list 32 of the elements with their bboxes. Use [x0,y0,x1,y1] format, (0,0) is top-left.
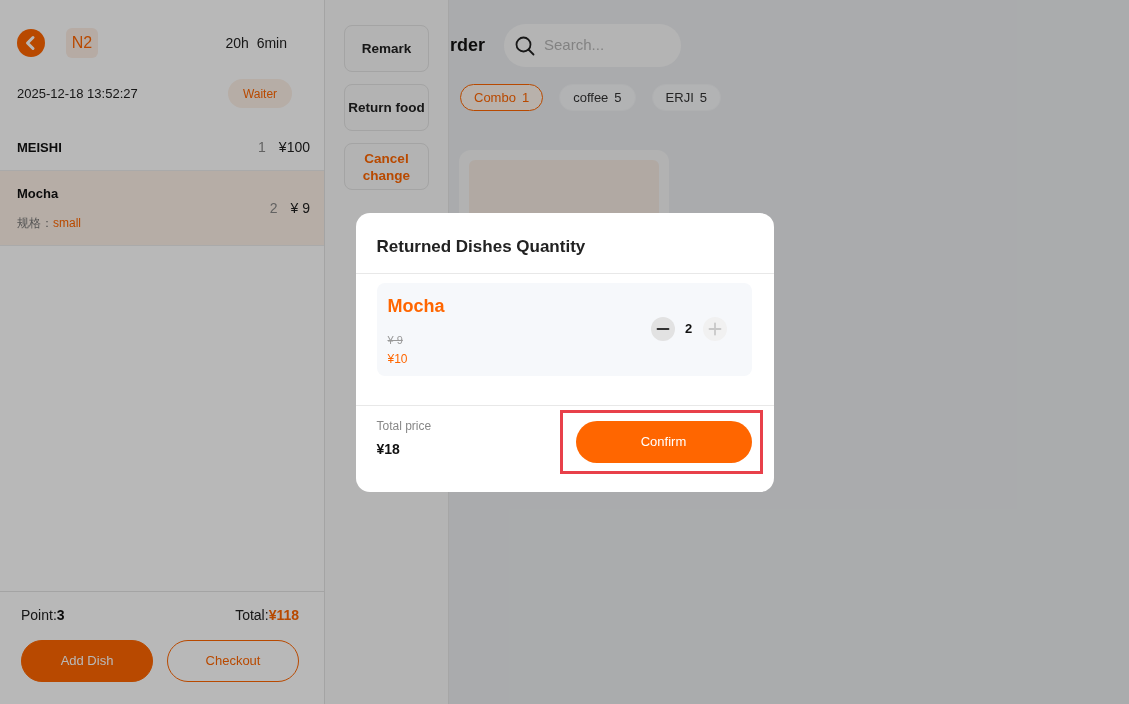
points-value: 3 [56,606,65,624]
staff-tag: Waiter [228,79,292,108]
item-quantity: 1 [258,138,266,157]
total-price-label: Total price [376,418,432,434]
search-icon [515,35,535,56]
category-chip[interactable]: ERJI 5 [651,84,721,111]
item-price: ¥ 9 [290,198,310,218]
order-item[interactable]: Mocha 规格：small 2 ¥ 9 [0,171,324,246]
order-time: 2025-12-18 13:52:27 [17,84,138,103]
item-name: Mocha [17,186,60,202]
action-button[interactable]: Remark [344,25,429,72]
category-chip[interactable]: coffee 5 [559,84,636,111]
points-label: Point: [21,606,57,624]
table-badge: N2 [66,28,98,58]
dish-name: Mocha [387,294,445,317]
dish-price: ¥10 [387,351,409,367]
total-label: Total: [235,606,269,624]
item-quantity: 2 [269,198,278,218]
dialog-title: Returned Dishes Quantity [376,236,586,256]
quantity-value: 2 [684,320,693,339]
action-button[interactable]: Return food [344,84,429,131]
item-name: MEISHI [17,139,62,156]
back-icon[interactable] [17,29,45,57]
minus-icon[interactable] [650,317,675,341]
page-title: rder [450,34,485,57]
spec-label: 规格： [17,216,53,230]
spec-value: small [53,216,81,230]
duration-text: 20h 6min [225,33,287,53]
total-value: ¥118 [268,606,299,624]
item-price: ¥100 [278,138,310,157]
total-price-value: ¥18 [376,440,401,458]
original-price: ¥ 9 [387,332,404,347]
